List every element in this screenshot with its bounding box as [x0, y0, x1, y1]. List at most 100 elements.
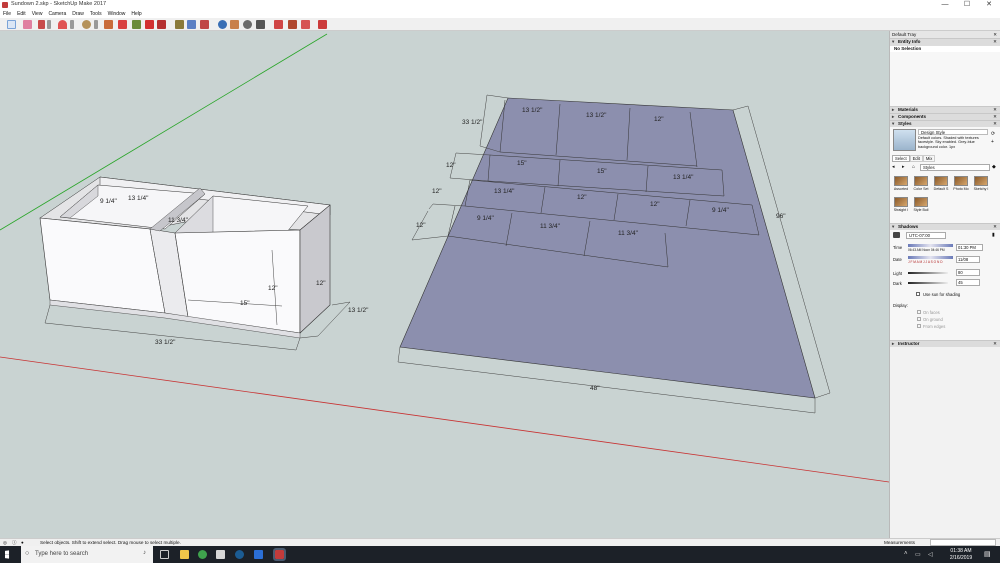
file-explorer-icon[interactable]	[180, 550, 189, 559]
rotate-icon[interactable]	[132, 20, 141, 29]
style-thumb-colorset[interactable]	[914, 176, 928, 186]
follow-me-icon[interactable]	[157, 20, 166, 29]
menu-tools[interactable]: Tools	[87, 10, 105, 18]
light-input[interactable]: 80	[956, 269, 980, 276]
extension-icon[interactable]	[288, 20, 297, 29]
shadow-settings-icon[interactable]: ▮	[992, 232, 995, 238]
minimize-button[interactable]: —	[934, 0, 956, 10]
style-name-field[interactable]: Design Style	[918, 129, 988, 135]
warehouse-icon[interactable]	[274, 20, 283, 29]
zoom-extents-icon[interactable]	[256, 20, 265, 29]
tab-select[interactable]: Select	[892, 155, 910, 162]
move-icon[interactable]	[118, 20, 127, 29]
orbit-icon[interactable]	[218, 20, 227, 29]
plywood-board[interactable]	[399, 97, 816, 399]
styles-dropdown[interactable]: Styles	[920, 164, 990, 171]
paint-bucket-icon[interactable]	[187, 20, 196, 29]
timezone-select[interactable]: UTC-07:00	[906, 232, 946, 239]
create-style-icon[interactable]: +	[991, 139, 994, 145]
menu-view[interactable]: View	[29, 10, 46, 18]
home-icon[interactable]: ⌂	[912, 164, 915, 170]
materials-header[interactable]: ▸ Materials ✕	[890, 106, 1000, 113]
text-icon[interactable]	[200, 20, 209, 29]
sketchup-taskbar-icon[interactable]	[273, 548, 286, 561]
windows-start-icon[interactable]	[5, 550, 10, 559]
dark-slider[interactable]	[908, 282, 948, 284]
pencil-icon[interactable]	[38, 20, 45, 29]
shape-icon[interactable]	[82, 20, 91, 29]
back-icon[interactable]: ◂	[892, 164, 895, 170]
instructor-close-icon[interactable]: ✕	[993, 341, 997, 347]
menu-draw[interactable]: Draw	[69, 10, 87, 18]
components-header[interactable]: ▸ Components ✕	[890, 113, 1000, 120]
chevron-down-icon[interactable]	[70, 20, 74, 29]
model-viewport[interactable]: 96" 48" 33 1/2" 12" 12" 12" 13 1/2" 13 1…	[0, 31, 889, 538]
eraser-icon[interactable]	[23, 20, 32, 29]
shadow-toggle-icon[interactable]	[893, 232, 900, 238]
style-thumb-builder[interactable]	[914, 197, 928, 207]
task-view-icon[interactable]	[160, 550, 169, 559]
close-button[interactable]: ✕	[978, 0, 1000, 10]
speaker-box[interactable]	[39, 176, 331, 339]
dark-input[interactable]: 45	[956, 279, 980, 286]
update-style-icon[interactable]: ⟳	[991, 131, 995, 137]
menu-window[interactable]: Window	[105, 10, 129, 18]
tray-chevron-icon[interactable]: ˄	[904, 551, 908, 557]
chevron-down-icon[interactable]	[47, 20, 51, 29]
light-slider[interactable]	[908, 272, 948, 274]
chevron-down-icon[interactable]	[94, 20, 98, 29]
menu-edit[interactable]: Edit	[14, 10, 29, 18]
style-thumb-straight[interactable]	[894, 197, 908, 207]
share-icon[interactable]	[301, 20, 310, 29]
notification-icon[interactable]: ▤	[984, 550, 991, 558]
style-thumb-sketchy[interactable]	[974, 176, 988, 186]
style-thumb-photo[interactable]	[954, 176, 968, 186]
menu-file[interactable]: File	[0, 10, 14, 18]
chrome-icon[interactable]	[198, 550, 207, 559]
date-slider[interactable]	[908, 256, 953, 259]
entity-info-header[interactable]: ▾ Entity Info ✕	[890, 38, 1000, 45]
entity-info-close-icon[interactable]: ✕	[993, 39, 997, 45]
select-icon[interactable]	[7, 20, 16, 29]
use-sun-checkbox[interactable]	[916, 292, 920, 296]
network-icon[interactable]: ▭	[915, 551, 921, 558]
zoom-icon[interactable]	[243, 20, 252, 29]
arc-icon[interactable]	[58, 20, 67, 29]
pushpull-icon[interactable]	[104, 20, 113, 29]
menu-camera[interactable]: Camera	[45, 10, 69, 18]
maximize-button[interactable]: ☐	[956, 0, 978, 10]
clock-time[interactable]: 01:38 AM	[946, 548, 976, 554]
style-thumb-assorted[interactable]	[894, 176, 908, 186]
extension-warehouse-icon[interactable]	[318, 20, 327, 29]
tab-edit[interactable]: Edit	[909, 155, 923, 162]
steam-icon[interactable]	[235, 550, 244, 559]
menu-help[interactable]: Help	[128, 10, 144, 18]
store-icon[interactable]	[216, 550, 225, 559]
pan-icon[interactable]	[230, 20, 239, 29]
instructor-header[interactable]: ▸ Instructor ✕	[890, 340, 1000, 347]
on-ground-checkbox[interactable]	[917, 317, 921, 321]
forward-icon[interactable]: ▸	[902, 164, 905, 170]
clock-date[interactable]: 2/16/2019	[946, 555, 976, 561]
tray-close-icon[interactable]: ✕	[993, 31, 997, 38]
vpn-icon[interactable]	[254, 550, 263, 559]
details-icon[interactable]: ◆	[992, 164, 996, 170]
from-edges-checkbox[interactable]	[917, 324, 921, 328]
tab-mix[interactable]: Mix	[922, 155, 936, 162]
dim-board-length: 96"	[776, 213, 786, 220]
shadows-header[interactable]: ▾ Shadows ✕	[890, 223, 1000, 230]
taskbar-search[interactable]: ○ Type here to search ♪	[21, 546, 153, 563]
style-label-builder: Style Buil	[913, 208, 929, 212]
time-slider[interactable]	[908, 244, 953, 247]
on-faces-checkbox[interactable]	[917, 310, 921, 314]
scale-icon[interactable]	[145, 20, 154, 29]
microphone-icon[interactable]: ♪	[143, 550, 146, 556]
style-thumb-default[interactable]	[934, 176, 948, 186]
measurements-input[interactable]	[930, 539, 996, 546]
time-input[interactable]: 01:30 PM	[956, 244, 983, 251]
date-input[interactable]: 11/08	[956, 256, 980, 263]
tape-measure-icon[interactable]	[175, 20, 184, 29]
user-icon[interactable]: ●	[21, 540, 24, 545]
styles-header[interactable]: ▾ Styles ✕	[890, 120, 1000, 127]
volume-icon[interactable]: ◁	[928, 551, 933, 558]
